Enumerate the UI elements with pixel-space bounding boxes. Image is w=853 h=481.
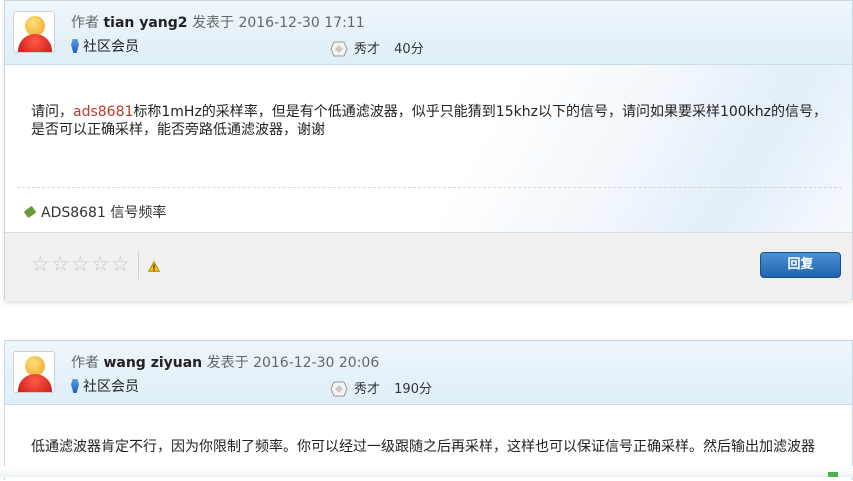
avatar-body [18, 34, 52, 52]
post-text-post: 标称1mHz的采样率，但是有个低通滤波器，似乎只能猜到15khz以下的信号，请问… [31, 104, 828, 138]
product-link[interactable]: ads8681 [73, 104, 133, 120]
member-role: 社区会员 [71, 376, 139, 396]
rank-info: 秀才 40分 [330, 38, 424, 57]
avatar[interactable] [13, 351, 55, 393]
rank-points: 40分 [394, 42, 424, 57]
page-bottom-edge [0, 466, 853, 477]
post-header: 作者 tian yang2 发表于 2016-12-30 17:11 社区会员 … [5, 1, 852, 65]
post-text-pre: 请问， [31, 104, 73, 120]
footer-separator [138, 251, 139, 279]
avatar-head [25, 16, 45, 36]
post-body: 低通滤波器肯定不行，因为你限制了频率。你可以经过一级跟随之后再采样，这样也可以保… [31, 439, 815, 455]
star-outline-icon[interactable]: ☆ [111, 254, 130, 275]
warning-icon[interactable] [148, 261, 160, 272]
tag-icon [23, 205, 37, 219]
rank-title: 秀才 [354, 42, 381, 57]
author-prefix: 作者 [71, 15, 99, 31]
rank-info: 秀才 190分 [330, 378, 432, 397]
rank-hexagon-icon [330, 41, 348, 57]
member-role-label: 社区会员 [83, 39, 139, 55]
posted-prefix: 发表于 [192, 15, 234, 31]
star-outline-icon[interactable]: ☆ [71, 254, 90, 275]
author-line: 作者 tian yang2 发表于 2016-12-30 17:11 [71, 12, 365, 32]
member-role-label: 社区会员 [83, 379, 139, 395]
posted-prefix: 发表于 [206, 355, 249, 371]
post-footer: ☆☆☆☆☆ 回复 [5, 232, 852, 301]
author-name[interactable]: tian yang2 [103, 15, 187, 31]
rank-hexagon-icon [330, 381, 348, 397]
posted-time: 2016-12-30 17:11 [238, 15, 365, 31]
post-header: 作者 wang ziyuan 发表于 2016-12-30 20:06 社区会员… [5, 341, 852, 405]
scroll-indicator[interactable] [828, 472, 838, 477]
author-name[interactable]: wang ziyuan [103, 355, 202, 371]
avatar-body [18, 374, 52, 392]
author-prefix: 作者 [71, 355, 99, 371]
member-role: 社区会员 [71, 36, 139, 56]
post-tags: ADS8681 信号频率 [23, 202, 166, 222]
avatar-head [25, 356, 45, 376]
rank-points: 190分 [394, 382, 432, 397]
forum-post: 作者 wang ziyuan 发表于 2016-12-30 20:06 社区会员… [4, 340, 853, 481]
star-outline-icon[interactable]: ☆ [31, 254, 50, 275]
rating-stars: ☆☆☆☆☆ [31, 254, 131, 275]
post-content: 请问，ads8681标称1mHz的采样率，但是有个低通滤波器，似乎只能猜到15k… [5, 65, 852, 232]
forum-post: 作者 tian yang2 发表于 2016-12-30 17:11 社区会员 … [4, 0, 853, 301]
author-line: 作者 wang ziyuan 发表于 2016-12-30 20:06 [71, 352, 379, 372]
posted-time: 2016-12-30 20:06 [253, 355, 380, 371]
tag-link[interactable]: ADS8681 信号频率 [41, 205, 166, 221]
content-divider [17, 187, 842, 188]
star-outline-icon[interactable]: ☆ [91, 254, 110, 275]
member-badge-icon [71, 379, 79, 393]
star-outline-icon[interactable]: ☆ [51, 254, 70, 275]
reply-button[interactable]: 回复 [760, 252, 841, 278]
rank-title: 秀才 [354, 382, 381, 397]
avatar[interactable] [13, 11, 55, 53]
member-badge-icon [71, 39, 79, 53]
post-body: 请问，ads8681标称1mHz的采样率，但是有个低通滤波器，似乎只能猜到15k… [31, 103, 839, 139]
